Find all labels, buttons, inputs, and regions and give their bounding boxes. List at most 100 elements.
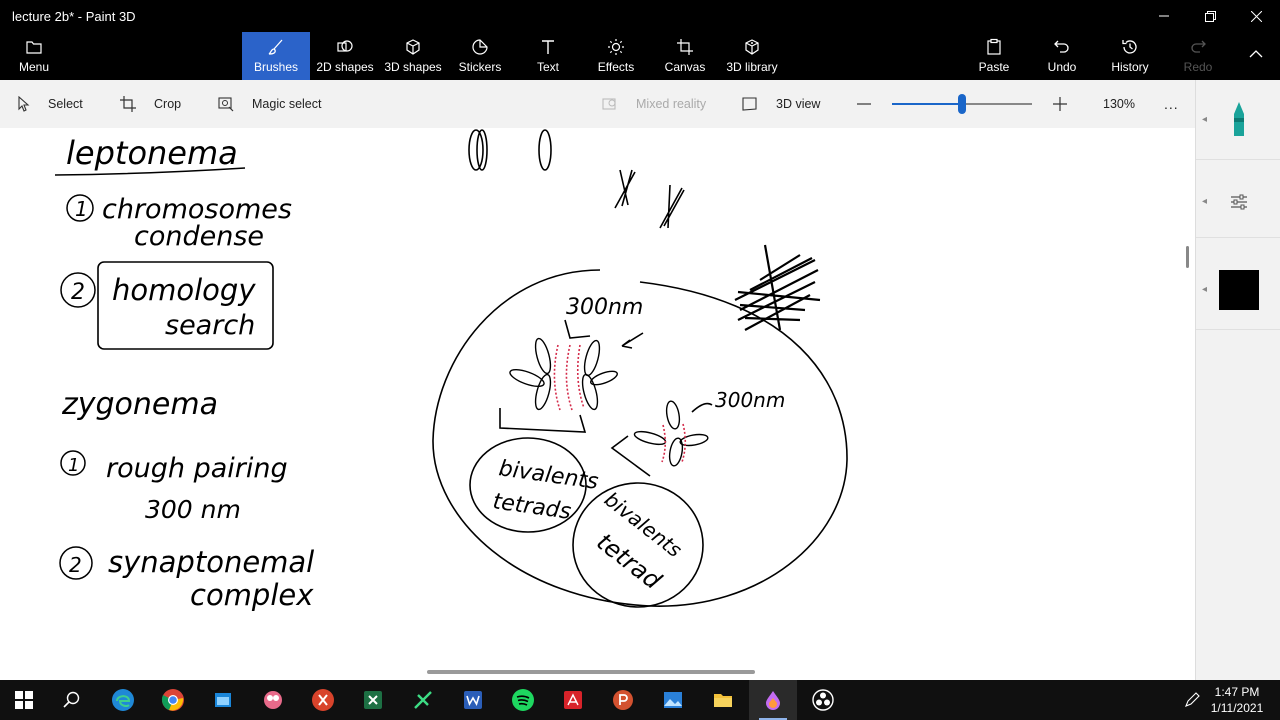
history-button[interactable]: History <box>1104 32 1156 80</box>
taskbar-app-red[interactable] <box>299 680 347 720</box>
menu-button[interactable]: Menu <box>8 32 60 80</box>
collapse-ribbon-button[interactable] <box>1236 32 1276 80</box>
taskbar-file-explorer[interactable] <box>699 680 747 720</box>
zoom-percent-label: 130% <box>1103 97 1135 111</box>
note-z1-number: 1 <box>68 455 79 476</box>
chevron-left-icon: ◂ <box>1202 114 1208 125</box>
note-search: search <box>165 310 255 341</box>
snipping-icon <box>264 691 282 709</box>
taskbar-search[interactable] <box>48 680 96 720</box>
tab-text-label: Text <box>536 60 559 74</box>
tab-effects[interactable]: Effects <box>588 32 644 80</box>
chevron-left-icon: ◂ <box>1202 284 1208 295</box>
brush-type-selector[interactable]: ◂ <box>1196 80 1280 160</box>
zoom-out-button[interactable] <box>856 80 872 128</box>
clock-date: 1/11/2021 <box>1210 701 1264 715</box>
folder-icon <box>26 41 42 54</box>
tab-3d-library[interactable]: 3D library <box>722 32 782 80</box>
restore-icon <box>1204 10 1216 22</box>
paint3d-icon <box>766 691 780 710</box>
mixed-reality-label: Mixed reality <box>636 97 707 111</box>
restore-button[interactable] <box>1187 0 1233 32</box>
drawing-canvas[interactable]: leptonema 1 chromosomes condense 2 homol… <box>0 128 1195 680</box>
tab-brushes[interactable]: Brushes <box>242 32 310 80</box>
taskbar-powerpoint[interactable] <box>599 680 647 720</box>
start-button[interactable] <box>0 680 48 720</box>
zoom-slider[interactable] <box>892 94 1032 114</box>
3d-view-button[interactable]: 3D view <box>742 80 820 128</box>
chrome-icon <box>161 689 184 711</box>
cursor-icon <box>18 96 30 112</box>
note-item1-number: 1 <box>75 197 88 221</box>
crop-button[interactable]: Crop <box>120 80 181 128</box>
brush-settings[interactable]: ◂ <box>1196 166 1280 238</box>
system-clock[interactable]: 1:47 PM 1/11/2021 <box>1202 684 1272 716</box>
undo-button[interactable]: Undo <box>1040 32 1084 80</box>
sliders-icon <box>1230 194 1247 209</box>
tab-3d-library-label: 3D library <box>726 60 778 74</box>
taskbar-obs[interactable] <box>799 680 847 720</box>
taskbar-paint3d[interactable] <box>749 680 797 720</box>
canvas-icon <box>677 39 693 55</box>
paste-button[interactable]: Paste <box>970 32 1018 80</box>
undo-label: Undo <box>1047 60 1077 74</box>
tab-stickers-label: Stickers <box>458 60 502 74</box>
taskbar-acrobat[interactable] <box>549 680 597 720</box>
paste-label: Paste <box>978 60 1010 74</box>
zoom-in-button[interactable] <box>1052 80 1068 128</box>
file-app-icon <box>215 693 231 707</box>
note-synaptonemal: synaptonemal <box>108 545 314 579</box>
taskbar-spotify[interactable] <box>499 680 547 720</box>
cube-icon <box>406 39 420 55</box>
minus-icon <box>857 103 871 105</box>
magic-select-icon <box>218 97 234 112</box>
tab-text[interactable]: Text <box>520 32 576 80</box>
tab-2d-shapes[interactable]: 2D shapes <box>312 32 378 80</box>
undo-icon <box>1054 40 1069 53</box>
taskbar-photos[interactable] <box>649 680 697 720</box>
magic-select-button[interactable]: Magic select <box>218 80 321 128</box>
redo-icon <box>1191 40 1206 53</box>
taskbar-snipping[interactable] <box>249 680 297 720</box>
menu-label: Menu <box>18 60 50 74</box>
taskbar: 1:47 PM 1/11/2021 <box>0 680 1280 720</box>
current-color-swatch[interactable] <box>1218 269 1259 310</box>
taskbar-app-files[interactable] <box>199 680 247 720</box>
word-icon <box>464 691 482 709</box>
tab-3d-shapes[interactable]: 3D shapes <box>380 32 446 80</box>
tab-stickers[interactable]: Stickers <box>450 32 510 80</box>
crop-icon <box>120 96 136 112</box>
tab-3d-shapes-label: 3D shapes <box>384 60 442 74</box>
taskbar-tool[interactable] <box>399 680 447 720</box>
zoom-percent[interactable]: 130% <box>1103 80 1135 128</box>
select-button[interactable]: Select <box>16 80 83 128</box>
note-rough-pairing: rough pairing <box>106 453 288 484</box>
sticker-icon <box>472 39 488 55</box>
select-label: Select <box>48 97 83 111</box>
clipboard-icon <box>987 38 1001 55</box>
redo-button[interactable]: Redo <box>1176 32 1220 80</box>
zoom-slider-thumb[interactable] <box>958 94 966 114</box>
taskbar-chrome[interactable] <box>149 680 197 720</box>
ribbon: Menu Brushes 2D shapes 3D shapes Sticker… <box>0 32 1280 80</box>
close-button[interactable] <box>1233 0 1279 32</box>
file-explorer-icon <box>714 694 732 707</box>
taskbar-word[interactable] <box>449 680 497 720</box>
note-300nm-left: 300 nm <box>145 495 241 524</box>
horizontal-scrollbar[interactable] <box>427 670 755 674</box>
taskbar-excel[interactable] <box>349 680 397 720</box>
color-picker[interactable]: ◂ <box>1196 250 1280 330</box>
obs-icon <box>812 689 834 711</box>
tab-canvas[interactable]: Canvas <box>656 32 714 80</box>
minimize-icon <box>1159 15 1169 17</box>
2d-shapes-icon <box>337 40 353 52</box>
edge-icon <box>112 689 134 711</box>
taskbar-edge[interactable] <box>99 680 147 720</box>
mixed-reality-button[interactable]: Mixed reality <box>602 80 706 128</box>
search-icon <box>63 691 80 708</box>
windows-start-icon <box>15 691 33 709</box>
pen-icon <box>1185 692 1200 707</box>
minimize-button[interactable] <box>1141 0 1187 32</box>
more-button[interactable]: ... <box>1164 80 1179 128</box>
vertical-scrollbar[interactable] <box>1186 246 1189 268</box>
